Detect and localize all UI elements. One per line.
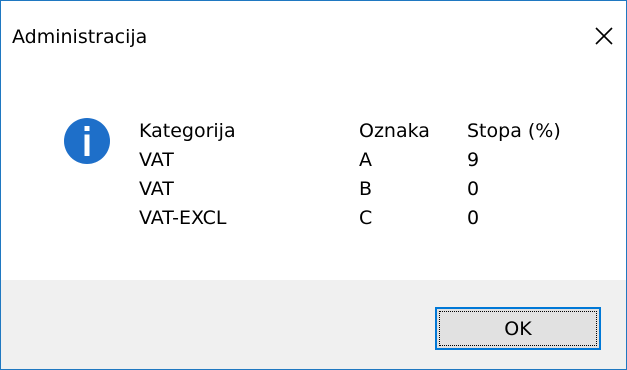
header-oznaka: Oznaka (359, 120, 430, 142)
cell-stopa: 0 (467, 207, 480, 229)
title-bar: Administracija (1, 1, 626, 57)
table-row: VAT-EXCL C 0 (139, 204, 587, 233)
message-content: Kategorija Oznaka Stopa (%) VAT A 9 VAT … (1, 57, 626, 280)
close-icon (595, 27, 613, 45)
cell-stopa: 9 (467, 149, 480, 171)
info-icon (64, 118, 110, 164)
table-row: VAT B 0 (139, 175, 587, 204)
cell-stopa: 0 (467, 178, 480, 200)
cell-kategorija: VAT (139, 178, 174, 200)
button-bar: OK (1, 280, 626, 369)
close-button[interactable] (578, 17, 626, 55)
dialog-title: Administracija (12, 26, 148, 48)
ok-button[interactable]: OK (435, 307, 601, 350)
table-header-row: Kategorija Oznaka Stopa (%) (139, 117, 587, 146)
cell-oznaka: C (359, 207, 373, 229)
header-kategorija: Kategorija (139, 120, 236, 142)
cell-oznaka: B (359, 178, 373, 200)
focus-ring (439, 311, 597, 346)
table-row: VAT A 9 (139, 146, 587, 175)
cell-kategorija: VAT-EXCL (139, 207, 227, 229)
vat-table: Kategorija Oznaka Stopa (%) VAT A 9 VAT … (139, 117, 587, 233)
header-stopa: Stopa (%) (467, 120, 561, 142)
message-dialog: Administracija Kategorija Oznaka Stopa (… (0, 0, 627, 370)
cell-kategorija: VAT (139, 149, 174, 171)
cell-oznaka: A (359, 149, 372, 171)
